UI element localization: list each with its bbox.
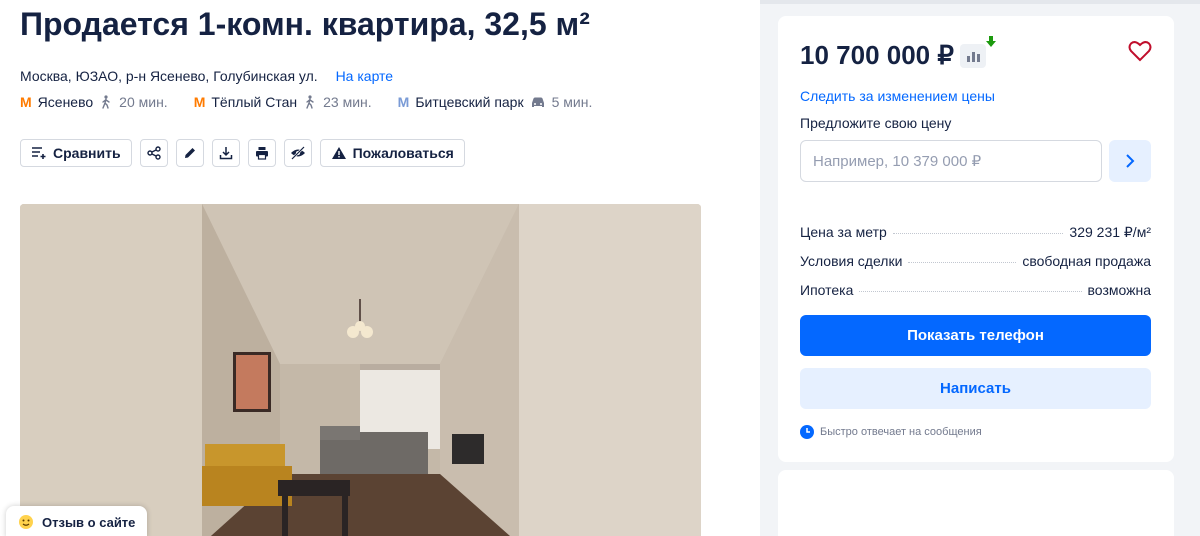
car-icon	[531, 97, 544, 107]
metro-time: 5 мин.	[551, 94, 593, 110]
listing-facts: Цена за метр 329 231 ₽/м² Условия сделки…	[800, 224, 1151, 311]
fact-value: возможна	[1087, 282, 1151, 298]
metro-icon: М	[397, 94, 410, 110]
show-phone-button[interactable]: Показать телефон	[800, 315, 1151, 356]
compare-icon	[32, 147, 46, 159]
fact-row: Цена за метр 329 231 ₽/м²	[800, 224, 1151, 253]
hide-icon	[290, 146, 305, 160]
report-button[interactable]: Пожаловаться	[319, 139, 465, 167]
listing-photo[interactable]	[20, 204, 701, 536]
edit-icon	[184, 148, 195, 158]
fact-value: 329 231 ₽/м²	[1069, 224, 1151, 240]
fact-dots	[908, 262, 1017, 263]
offer-label: Предложите свою цену	[800, 115, 952, 131]
page-title: Продается 1-комн. квартира, 32,5 м²	[20, 6, 590, 42]
chevron-right-icon	[1126, 154, 1135, 168]
fact-dots	[892, 233, 1064, 234]
secondary-sidebar-card	[778, 470, 1174, 536]
offer-submit-button[interactable]	[1109, 140, 1151, 182]
address-text[interactable]: Москва, ЮЗАО, р-н Ясенево, Голубинская у…	[20, 68, 318, 84]
price-chart-icon	[966, 56, 970, 62]
action-toolbar: Сравнить Пожаловаться	[20, 139, 465, 167]
fact-dots	[859, 291, 1082, 292]
fact-key: Цена за метр	[800, 224, 887, 240]
fact-key: Ипотека	[800, 282, 854, 298]
price-chart-button[interactable]	[960, 44, 986, 68]
price-chart-icon	[971, 52, 975, 62]
hide-button[interactable]	[283, 139, 312, 167]
reply-note: Быстро отвечает на сообщения	[800, 425, 982, 439]
map-link[interactable]: На карте	[336, 68, 394, 84]
room-photo-image	[20, 204, 701, 536]
walk-icon	[102, 95, 110, 109]
reply-note-text: Быстро отвечает на сообщения	[820, 426, 982, 438]
fact-row: Условия сделки свободная продажа	[800, 253, 1151, 282]
metro-station-name[interactable]: Ясенево	[38, 94, 93, 110]
share-button[interactable]	[139, 139, 168, 167]
price-value: 10 700 000 ₽	[800, 40, 954, 70]
fact-key: Условия сделки	[800, 253, 903, 269]
feedback-button[interactable]: Отзыв о сайте	[6, 506, 148, 536]
price-down-arrow-icon	[986, 36, 996, 47]
metro-icon: М	[20, 94, 32, 110]
metro-time: 23 мин.	[323, 94, 372, 110]
clock-icon	[800, 425, 814, 439]
walk-icon	[306, 95, 314, 109]
metro-icon: М	[193, 94, 206, 110]
metro-time: 20 мин.	[119, 94, 168, 110]
smiley-icon	[19, 515, 33, 529]
price-chart-icon	[976, 54, 980, 62]
offer-price-input[interactable]	[800, 140, 1102, 182]
download-button[interactable]	[211, 139, 240, 167]
report-label: Пожаловаться	[352, 145, 454, 161]
compare-button[interactable]: Сравнить	[20, 139, 132, 167]
listing-main: Продается 1-комн. квартира, 32,5 м² Моск…	[0, 0, 760, 536]
metro-station-name[interactable]: Битцевский парк	[415, 94, 523, 110]
fact-row: Ипотека возможна	[800, 282, 1151, 311]
print-button[interactable]	[247, 139, 276, 167]
metro-station-name[interactable]: Тёплый Стан	[211, 94, 297, 110]
print-icon	[255, 147, 268, 160]
share-icon	[146, 146, 161, 160]
metro-list: М Ясенево 20 мин. М Тёплый Стан 23 мин. …	[20, 94, 612, 110]
compare-label: Сравнить	[53, 145, 121, 161]
write-message-button[interactable]: Написать	[800, 368, 1151, 409]
warning-icon	[331, 147, 346, 159]
address-line: Москва, ЮЗАО, р-н Ясенево, Голубинская у…	[20, 68, 393, 84]
heart-icon[interactable]	[1128, 40, 1152, 62]
track-price-link[interactable]: Следить за изменением цены	[800, 88, 995, 104]
price-sidebar: 10 700 000 ₽ Следить за изменением цены …	[778, 16, 1174, 462]
edit-button[interactable]	[175, 139, 204, 167]
download-icon	[219, 147, 232, 160]
feedback-label: Отзыв о сайте	[42, 514, 136, 530]
fact-value: свободная продажа	[1022, 253, 1151, 269]
